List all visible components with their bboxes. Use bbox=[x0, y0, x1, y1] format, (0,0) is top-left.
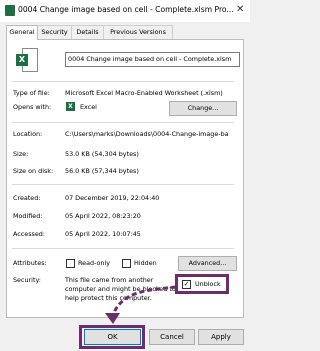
cancel-button[interactable]: Cancel bbox=[149, 329, 195, 345]
arrow-annotation bbox=[105, 285, 177, 324]
apply-button[interactable]: Apply bbox=[198, 329, 244, 345]
tab-general[interactable]: General bbox=[6, 25, 38, 40]
ok-button[interactable]: OK bbox=[84, 329, 141, 345]
